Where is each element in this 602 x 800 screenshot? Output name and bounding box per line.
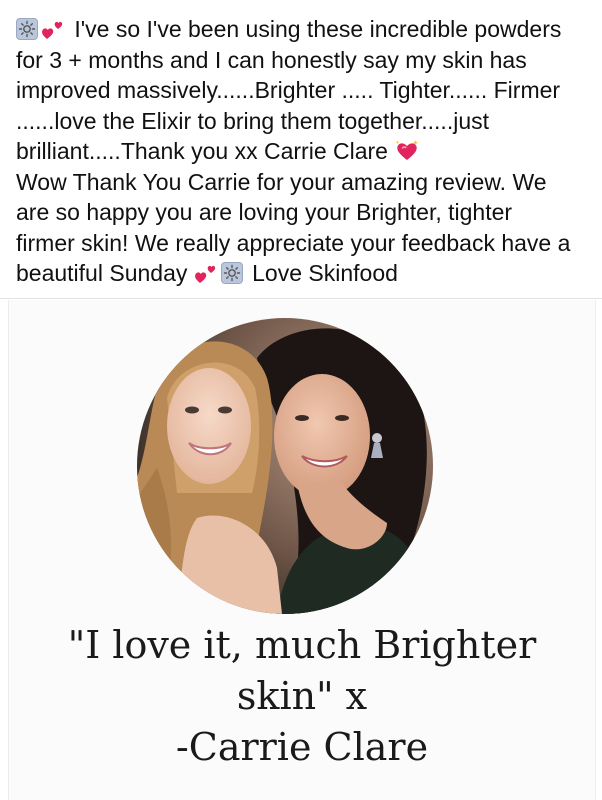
post-text-line: I've so I've been using these incredible… (74, 16, 562, 42)
post-text-line: firmer skin! We really appreciate your f… (16, 229, 571, 256)
customer-photo (137, 318, 433, 614)
sparkling-heart-icon (394, 138, 419, 160)
post-text: I've so I've been using these incredible… (16, 14, 594, 289)
post-text-line: are so happy you are loving your Brighte… (16, 199, 513, 225)
post-line-5: brilliant.....Thank you xx Carrie Clare (16, 136, 594, 167)
post-text-line: beautiful Sunday (16, 260, 188, 286)
divider (0, 298, 602, 299)
post-text-line: Wow Thank You Carrie for your amazing re… (16, 168, 547, 195)
quote-author: -Carrie Clare (175, 725, 429, 769)
testimonial-card: "I love it, much Brighter skin" x -Carri… (8, 300, 596, 800)
quote-line: "I love it, much Brighter (67, 623, 537, 667)
post-text-line: for 3 + months and I can honestly say my… (16, 46, 527, 73)
two-hearts-icon (41, 17, 65, 39)
post-text-line: brilliant.....Thank you xx Carrie Clare (16, 138, 388, 164)
sun-icon (16, 18, 38, 40)
post-text-line: ......love the Elixir to bring them toge… (16, 107, 490, 134)
quote-line: skin" x (236, 674, 368, 718)
post-text-line: Love Skinfood (252, 260, 398, 286)
post-text-line: improved massively......Brighter ..... T… (16, 77, 561, 103)
page: I've so I've been using these incredible… (0, 0, 602, 800)
post-line-1: I've so I've been using these incredible… (16, 14, 594, 45)
post-line-9: beautiful Sunday Love Skinfood (16, 258, 594, 289)
testimonial-quote: "I love it, much Brighter skin" x -Carri… (9, 620, 595, 773)
sun-icon (220, 262, 243, 284)
two-hearts-icon (194, 261, 218, 283)
